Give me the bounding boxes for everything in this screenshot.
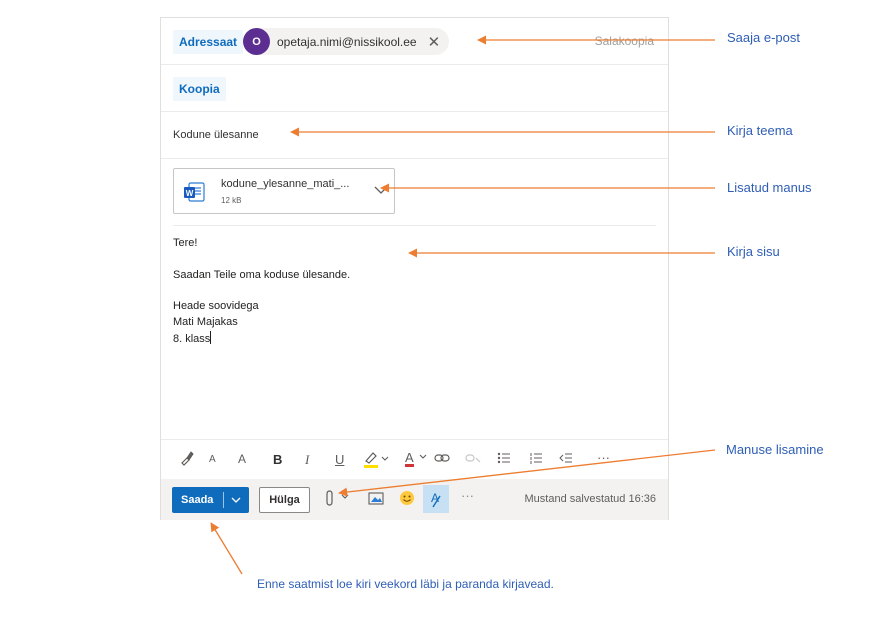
subject-annotation: Kirja teema xyxy=(727,123,793,138)
send-arrow xyxy=(210,522,243,575)
body-annotation: Kirja sisu xyxy=(727,244,780,259)
annotation-arrows xyxy=(210,35,716,575)
attach-button-annotation: Manuse lisamine xyxy=(726,442,824,457)
attach-button-arrow xyxy=(338,449,716,497)
send-tip-annotation: Enne saatmist loe kiri veekord läbi ja p… xyxy=(257,577,554,591)
attachment-annotation: Lisatud manus xyxy=(727,180,812,195)
recipient-annotation: Saaja e-post xyxy=(727,30,800,45)
